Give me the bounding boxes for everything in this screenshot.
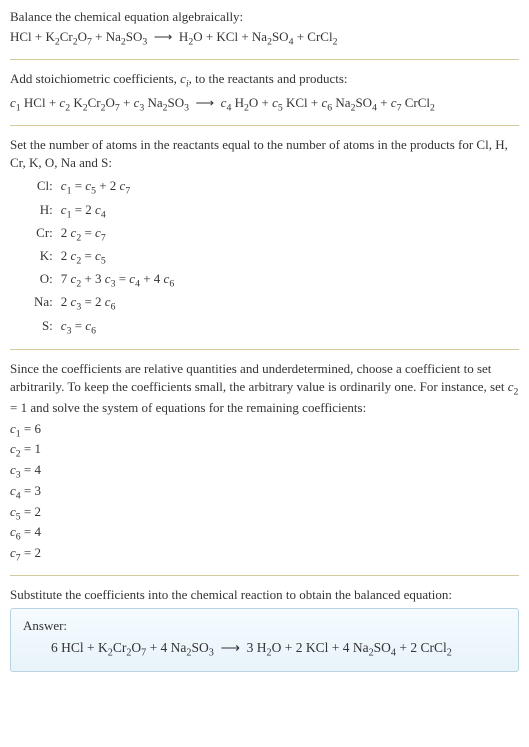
element-label: Cl: (30, 176, 57, 199)
coefficient-value: c2 = 1 (10, 440, 519, 461)
element-label: H: (30, 200, 57, 223)
divider-2 (10, 125, 519, 126)
coefficient-value: c1 = 6 (10, 420, 519, 441)
atom-equation-row: Cl:c1 = c5 + 2 c7 (30, 176, 178, 199)
element-equation: 2 c2 = c5 (57, 246, 178, 269)
element-equation: c1 = c5 + 2 c7 (57, 176, 178, 199)
coefficient-value: c7 = 2 (10, 544, 519, 565)
solve-intro-text: Since the coefficients are relative quan… (10, 360, 519, 418)
divider-1 (10, 59, 519, 60)
stoich-intro-text: Add stoichiometric coefficients, ci, to … (10, 70, 519, 91)
atom-equation-row: Cr:2 c2 = c7 (30, 223, 178, 246)
atom-equation-row: O:7 c2 + 3 c3 = c4 + 4 c6 (30, 269, 178, 292)
section-answer: Substitute the coefficients into the che… (10, 586, 519, 672)
divider-3 (10, 349, 519, 350)
balance-intro-text: Balance the chemical equation algebraica… (10, 8, 519, 26)
coefficient-value: c4 = 3 (10, 482, 519, 503)
answer-label: Answer: (23, 617, 506, 635)
element-label: O: (30, 269, 57, 292)
answer-box: Answer: 6 HCl + K2Cr2O7 + 4 Na2SO3 ⟶ 3 H… (10, 608, 519, 672)
element-equation: 7 c2 + 3 c3 = c4 + 4 c6 (57, 269, 178, 292)
atom-equation-table: Cl:c1 = c5 + 2 c7H:c1 = 2 c4Cr:2 c2 = c7… (30, 176, 178, 339)
element-label: S: (30, 316, 57, 339)
element-equation: c3 = c6 (57, 316, 178, 339)
atom-equation-row: K:2 c2 = c5 (30, 246, 178, 269)
element-label: K: (30, 246, 57, 269)
element-equation: 2 c3 = 2 c6 (57, 292, 178, 315)
unbalanced-equation: HCl + K2Cr2O7 + Na2SO3 ⟶ H2O + KCl + Na2… (10, 28, 519, 49)
balanced-equation: 6 HCl + K2Cr2O7 + 4 Na2SO3 ⟶ 3 H2O + 2 K… (23, 639, 506, 661)
element-equation: c1 = 2 c4 (57, 200, 178, 223)
element-label: Na: (30, 292, 57, 315)
atom-intro-text: Set the number of atoms in the reactants… (10, 136, 519, 172)
atom-equation-row: H:c1 = 2 c4 (30, 200, 178, 223)
answer-intro-text: Substitute the coefficients into the che… (10, 586, 519, 604)
section-balance-intro: Balance the chemical equation algebraica… (10, 8, 519, 49)
coefficient-value: c5 = 2 (10, 503, 519, 524)
coefficient-value: c6 = 4 (10, 523, 519, 544)
divider-4 (10, 575, 519, 576)
atom-equation-row: S:c3 = c6 (30, 316, 178, 339)
coefficient-list: c1 = 6c2 = 1c3 = 4c4 = 3c5 = 2c6 = 4c7 =… (10, 420, 519, 565)
coefficient-value: c3 = 4 (10, 461, 519, 482)
atom-equation-row: Na:2 c3 = 2 c6 (30, 292, 178, 315)
stoich-equation: c1 HCl + c2 K2Cr2O7 + c3 Na2SO3 ⟶ c4 H2O… (10, 94, 519, 115)
section-atom-equations: Set the number of atoms in the reactants… (10, 136, 519, 339)
section-solve: Since the coefficients are relative quan… (10, 360, 519, 565)
section-stoich: Add stoichiometric coefficients, ci, to … (10, 70, 519, 114)
element-label: Cr: (30, 223, 57, 246)
element-equation: 2 c2 = c7 (57, 223, 178, 246)
